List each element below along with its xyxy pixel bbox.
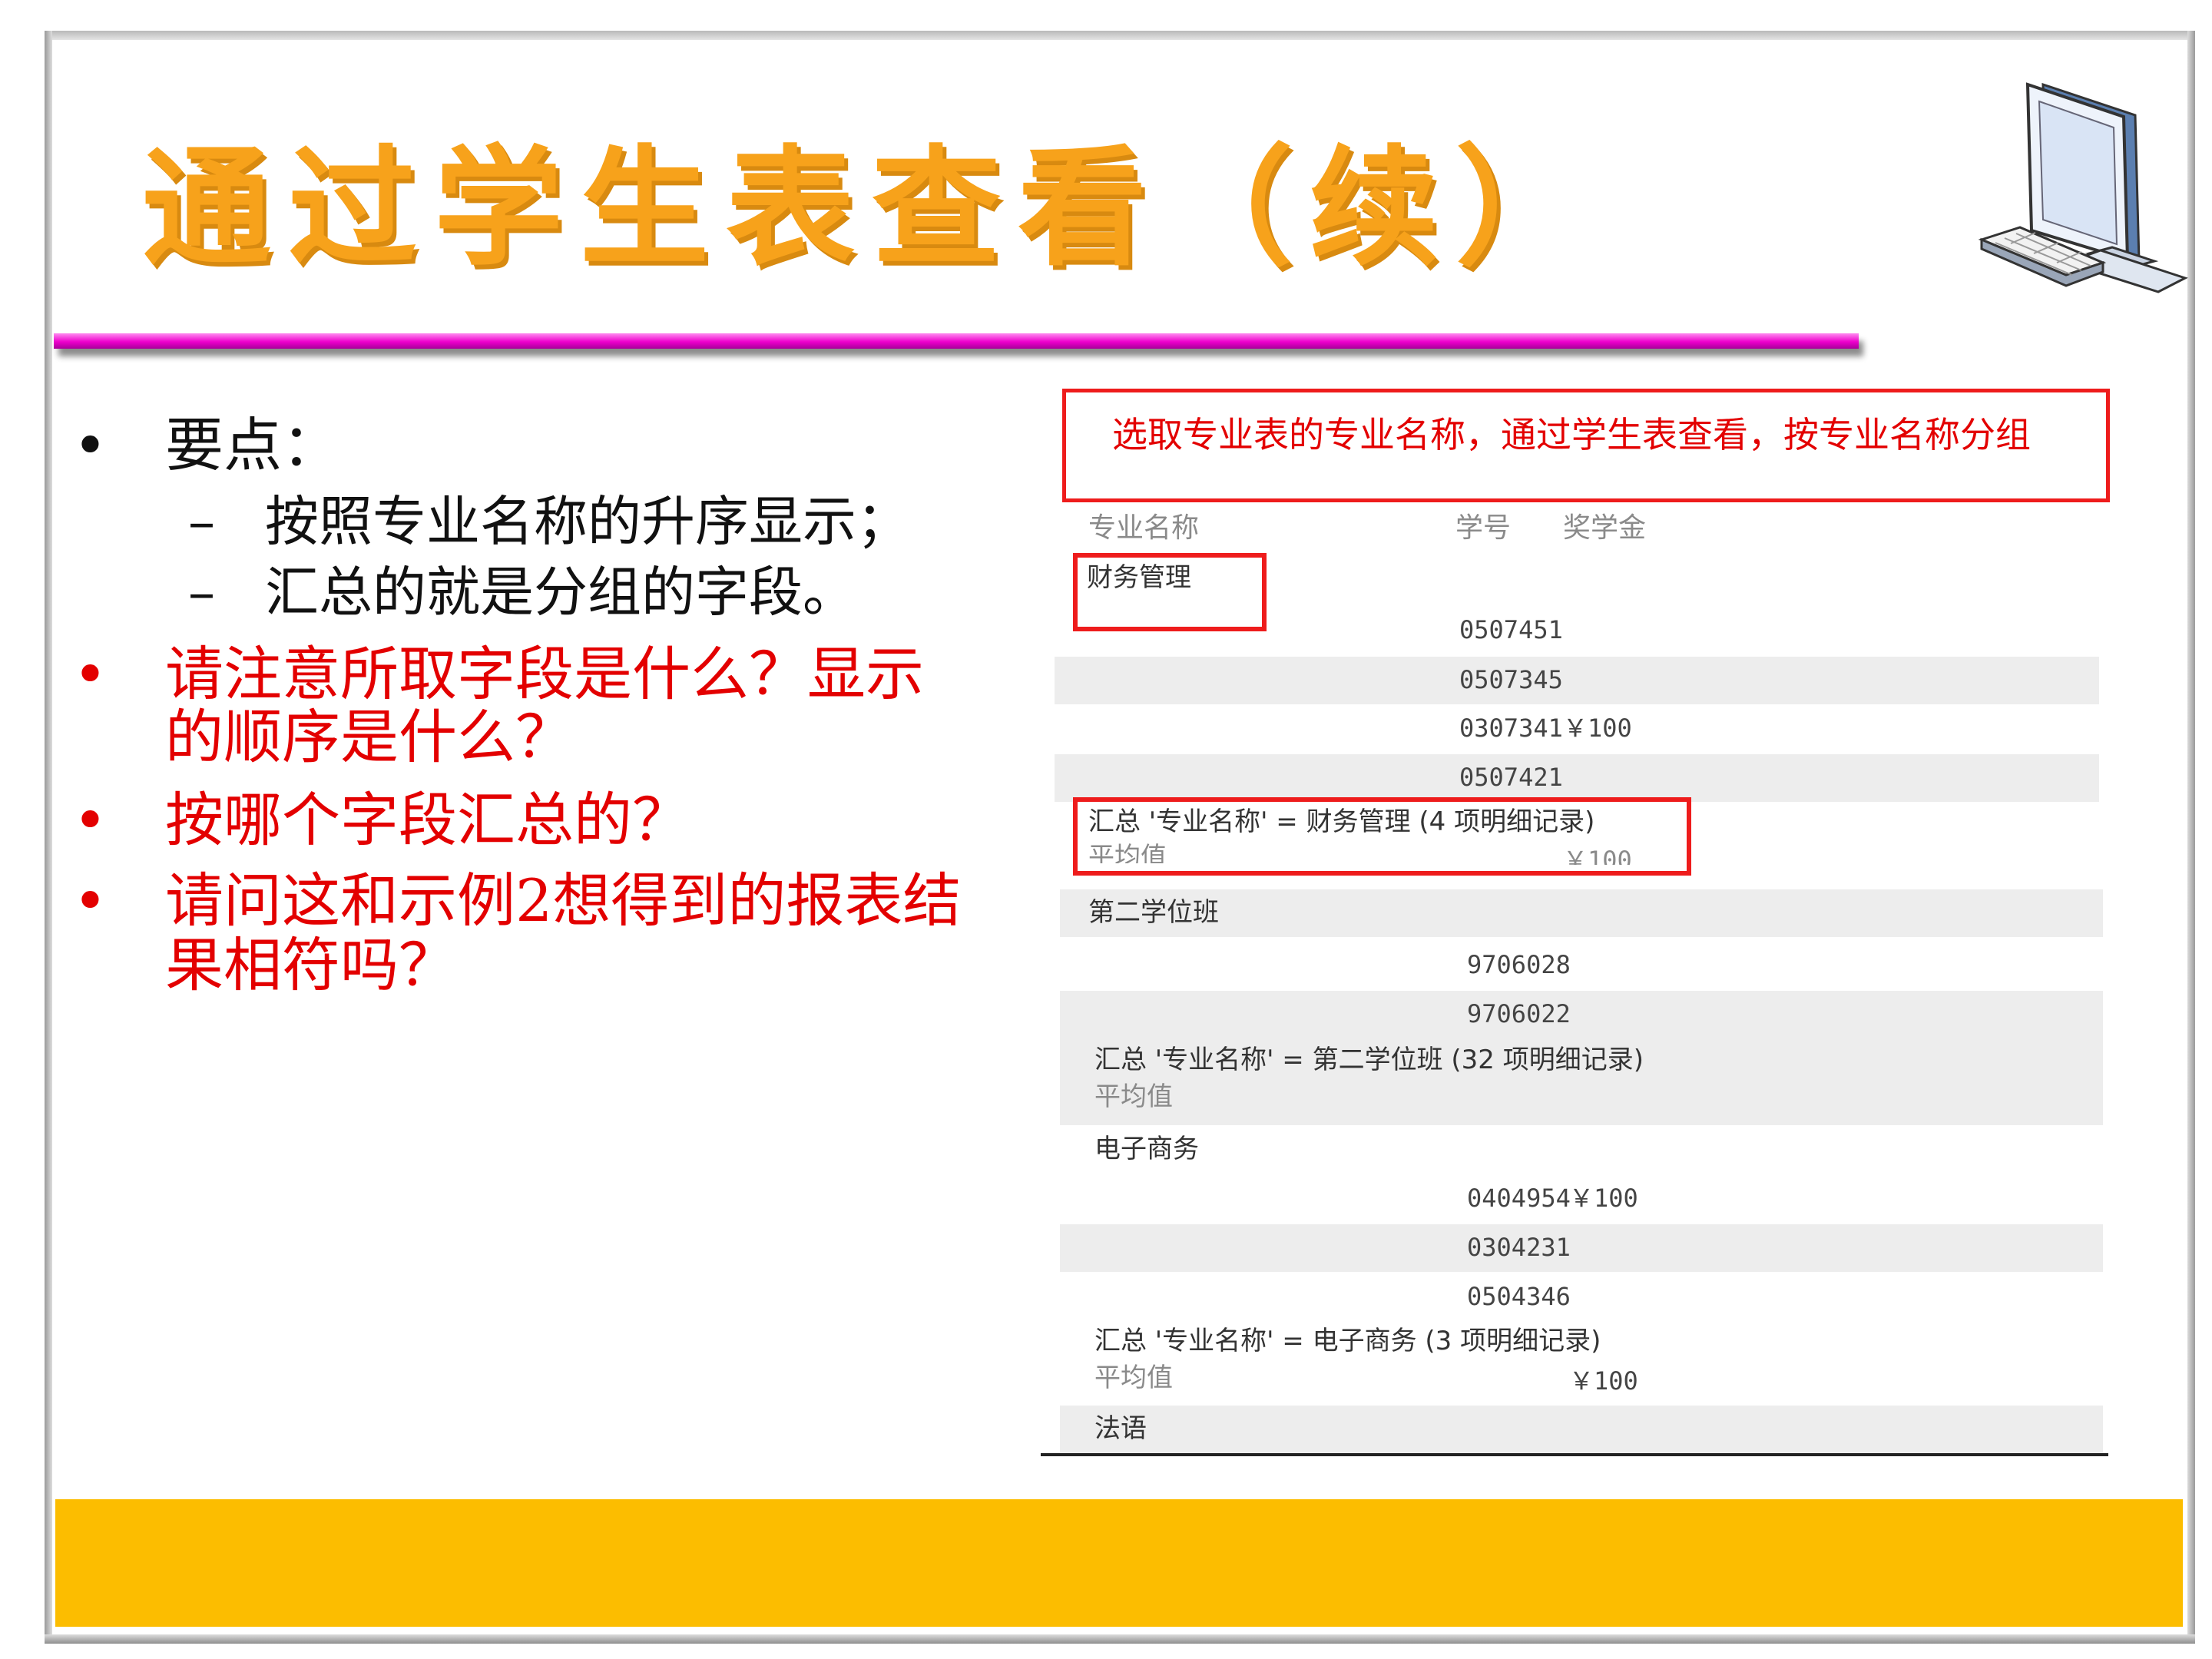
group-name: 第二学位班 bbox=[1088, 897, 1219, 928]
bullet-text: 果相符吗？ bbox=[165, 931, 457, 999]
header-student-id: 学号 bbox=[1455, 512, 1512, 544]
dash-marker: – bbox=[188, 561, 215, 624]
slide-title: 通过学生表查看（续） bbox=[142, 131, 1601, 283]
sub-bullet-sort: – 按照专业名称的升序显示； bbox=[73, 486, 1033, 557]
computer-icon bbox=[1978, 82, 2188, 293]
note-box: 选取专业表的专业名称，通过学生表查看，按专业名称分组 bbox=[1062, 389, 2110, 502]
group-summary: 汇总 '专业名称' = 电子商务 (3 项明细记录) bbox=[1094, 1326, 1601, 1356]
student-id: 0304231 bbox=[1467, 1233, 1571, 1262]
avg-label: 平均值 bbox=[1094, 1363, 1173, 1393]
avg-value: ￥100 bbox=[1569, 1366, 1638, 1396]
bullet-question-fields: • 请注意所取字段是什么？显示 的顺序是什么？ bbox=[73, 643, 1033, 769]
report-panel: 选取专业表的专业名称，通过学生表查看，按专业名称分组 专业名称 学号 奖学金 财… bbox=[1041, 384, 2116, 1475]
student-id: 0507451 bbox=[1459, 615, 1563, 644]
bullet-text: 请注意所取字段是什么？显示 bbox=[165, 640, 924, 708]
student-id: 9706028 bbox=[1467, 950, 1571, 979]
bullet-marker: • bbox=[73, 786, 108, 854]
frame-top bbox=[45, 31, 2195, 40]
bullet-text: 请问这和示例2想得到的报表结 bbox=[165, 866, 962, 935]
report-bottom-rule bbox=[1041, 1453, 2108, 1456]
header-major: 专业名称 bbox=[1088, 512, 1200, 544]
row-stripe bbox=[1055, 754, 2099, 802]
row-stripe bbox=[1060, 1406, 2103, 1453]
student-id: 9706022 bbox=[1467, 999, 1571, 1028]
bullet-marker: • bbox=[73, 411, 108, 479]
bullet-key-points: • 要点： bbox=[73, 411, 1033, 480]
sub-bullet-text: 按照专业名称的升序显示； bbox=[265, 490, 910, 553]
scholarship-value: ￥100 bbox=[1563, 714, 1632, 743]
bullet-question-summary: • 按哪个字段汇总的？ bbox=[73, 786, 1033, 855]
bullet-marker: • bbox=[73, 866, 108, 935]
bullet-text: 的顺序是什么？ bbox=[165, 703, 574, 771]
dash-marker: – bbox=[188, 490, 215, 553]
sub-bullet-group: – 汇总的就是分组的字段。 bbox=[73, 557, 1033, 628]
student-id: 0507345 bbox=[1459, 665, 1563, 694]
group-name: 法语 bbox=[1094, 1413, 1147, 1444]
row-stripe bbox=[1060, 1224, 2103, 1272]
bullet-question-example: • 请问这和示例2想得到的报表结 果相符吗？ bbox=[73, 869, 1033, 998]
frame-bottom bbox=[45, 1634, 2195, 1644]
bullet-text: 要点： bbox=[165, 411, 340, 479]
scholarship-value: ￥100 bbox=[1569, 1184, 1638, 1213]
group-name: 电子商务 bbox=[1094, 1134, 1199, 1164]
bullet-list: • 要点： – 按照专业名称的升序显示； – 汇总的就是分组的字段。 • 请注意… bbox=[73, 411, 1033, 1012]
student-id: 0507421 bbox=[1459, 763, 1563, 792]
slide: 通过学生表查看（续） • 要点： – 按照专业名称的升序显示； – 汇总的就是分… bbox=[0, 0, 2212, 1659]
header-scholarship: 奖学金 bbox=[1563, 512, 1647, 544]
highlight-summary bbox=[1073, 797, 1691, 876]
sub-bullet-text: 汇总的就是分组的字段。 bbox=[265, 561, 856, 624]
avg-label: 平均值 bbox=[1094, 1081, 1173, 1112]
student-id: 0504346 bbox=[1467, 1282, 1571, 1311]
student-id: 0307341 bbox=[1459, 714, 1563, 743]
footer-bar bbox=[55, 1499, 2183, 1627]
group-summary: 汇总 '专业名称' = 第二学位班 (32 项明细记录) bbox=[1094, 1045, 1644, 1075]
bullet-text: 按哪个字段汇总的？ bbox=[165, 786, 690, 854]
row-stripe bbox=[1055, 657, 2099, 704]
title-underline bbox=[54, 333, 1859, 349]
highlight-group-name bbox=[1073, 553, 1267, 631]
frame-left bbox=[45, 31, 52, 1644]
note-text: 选取专业表的专业名称，通过学生表查看，按专业名称分组 bbox=[1112, 414, 2031, 455]
student-id: 0404954 bbox=[1467, 1184, 1571, 1213]
bullet-marker: • bbox=[73, 640, 108, 708]
